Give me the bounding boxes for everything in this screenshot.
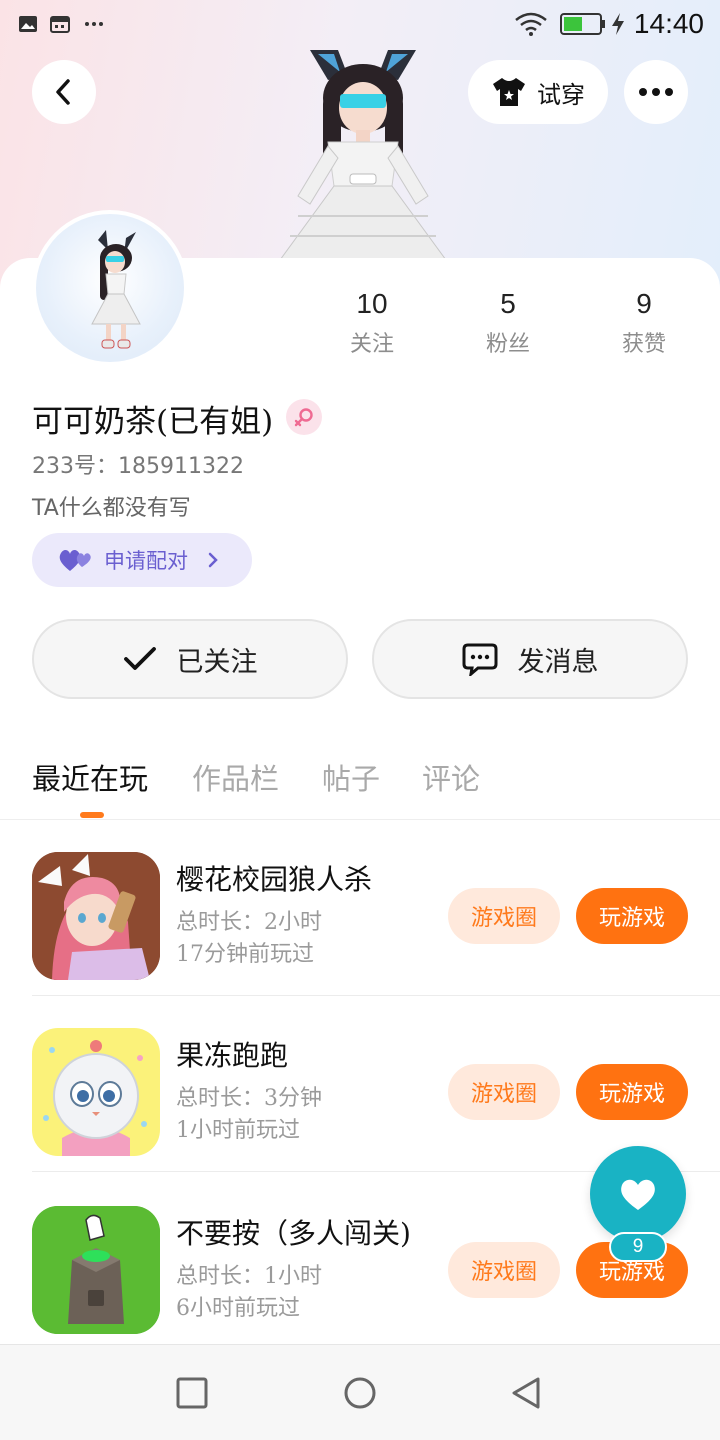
back-icon — [56, 79, 70, 105]
status-bar: 14:40 — [0, 0, 720, 48]
game-thumbnail — [32, 1206, 160, 1334]
gender-badge — [286, 399, 322, 435]
game-thumbnail — [32, 1028, 160, 1156]
back-nav-icon[interactable] — [508, 1375, 544, 1411]
bio: TA什么都没有写 — [32, 496, 191, 521]
system-nav-bar — [0, 1344, 720, 1440]
charging-icon — [612, 13, 624, 35]
image-icon — [19, 16, 37, 32]
game-duration: 总时长：2小时 — [176, 910, 322, 935]
tab-works[interactable]: 作品栏 — [192, 756, 279, 798]
stat-likes-count: 9 — [636, 288, 652, 319]
female-icon — [294, 408, 313, 427]
stat-followers-label: 粉丝 — [485, 332, 530, 357]
tab-posts[interactable]: 帖子 — [322, 756, 380, 798]
more-dots-icon — [85, 22, 103, 26]
play-game-button[interactable]: 玩游戏 — [576, 1064, 688, 1120]
game-last-played: 6小时前玩过 — [176, 1296, 300, 1321]
check-icon — [123, 647, 156, 670]
game-thumbnail — [32, 852, 160, 980]
username: 可可奶茶(已有姐) — [32, 404, 274, 440]
avatar-figure — [91, 230, 141, 349]
followed-button[interactable]: 已关注 — [32, 619, 348, 699]
more-icon — [639, 88, 673, 96]
play-game-button[interactable]: 玩游戏 — [576, 888, 688, 944]
battery-icon — [560, 13, 605, 35]
game-icon-werewolf[interactable] — [32, 852, 160, 980]
game-row[interactable]: 果冻跑跑 总时长：3分钟 1小时前玩过 游戏圈 玩游戏 — [0, 996, 720, 1172]
like-count-badge: 9 — [609, 1232, 667, 1262]
game-circle-button[interactable]: 游戏圈 — [448, 888, 560, 944]
game-duration: 总时长：3分钟 — [176, 1086, 322, 1111]
game-icon-jelly-run[interactable] — [32, 1028, 160, 1156]
game-last-played: 17分钟前玩过 — [176, 942, 314, 967]
game-title: 不要按（多人闯关) — [176, 1217, 411, 1250]
tshirt-icon — [493, 78, 525, 106]
chat-bubble-icon — [462, 643, 497, 676]
stat-following-label: 关注 — [349, 332, 394, 357]
game-duration: 总时长：1小时 — [176, 1264, 322, 1289]
character-figure — [279, 50, 447, 261]
tab-indicator — [80, 812, 104, 818]
clock: 14:40 — [633, 8, 704, 39]
stat-following[interactable]: 10 关注 — [312, 288, 432, 358]
chevron-right-icon — [208, 552, 218, 568]
more-button[interactable] — [624, 60, 688, 124]
stat-following-count: 10 — [356, 288, 388, 319]
heart-icon — [621, 1179, 655, 1210]
try-on-label: 试穿 — [537, 80, 585, 109]
game-title: 果冻跑跑 — [176, 1039, 289, 1072]
game-icon-dont-press[interactable] — [32, 1206, 160, 1334]
pair-request-button[interactable]: 申请配对 — [32, 533, 252, 587]
stat-followers-count: 5 — [500, 288, 516, 319]
send-message-label: 发消息 — [517, 646, 599, 678]
game-title: 樱花校园狼人杀 — [176, 863, 373, 896]
send-message-button[interactable]: 发消息 — [372, 619, 688, 699]
try-on-button[interactable]: 试穿 — [468, 60, 608, 124]
game-circle-button[interactable]: 游戏圈 — [448, 1064, 560, 1120]
game-row[interactable]: 樱花校园狼人杀 总时长：2小时 17分钟前玩过 游戏圈 玩游戏 — [0, 820, 720, 996]
calendar-icon — [50, 16, 70, 33]
game-circle-button[interactable]: 游戏圈 — [448, 1242, 560, 1298]
wifi-icon — [515, 12, 547, 36]
game-last-played: 1小时前玩过 — [176, 1118, 300, 1143]
tab-comments[interactable]: 评论 — [422, 756, 480, 798]
stat-likes-label: 获赞 — [621, 332, 666, 357]
home-icon[interactable] — [342, 1375, 378, 1411]
followed-label: 已关注 — [176, 646, 258, 678]
recent-apps-icon[interactable] — [174, 1375, 210, 1411]
pair-request-label: 申请配对 — [104, 549, 188, 573]
avatar[interactable] — [32, 210, 188, 366]
user-id: 233号：185911322 — [32, 454, 244, 479]
like-button[interactable] — [590, 1146, 686, 1242]
tab-recently-played[interactable]: 最近在玩 — [32, 756, 148, 798]
double-heart-icon — [59, 550, 91, 571]
back-button[interactable] — [32, 60, 96, 124]
stat-followers[interactable]: 5 粉丝 — [448, 288, 568, 358]
stat-likes[interactable]: 9 获赞 — [584, 288, 704, 358]
